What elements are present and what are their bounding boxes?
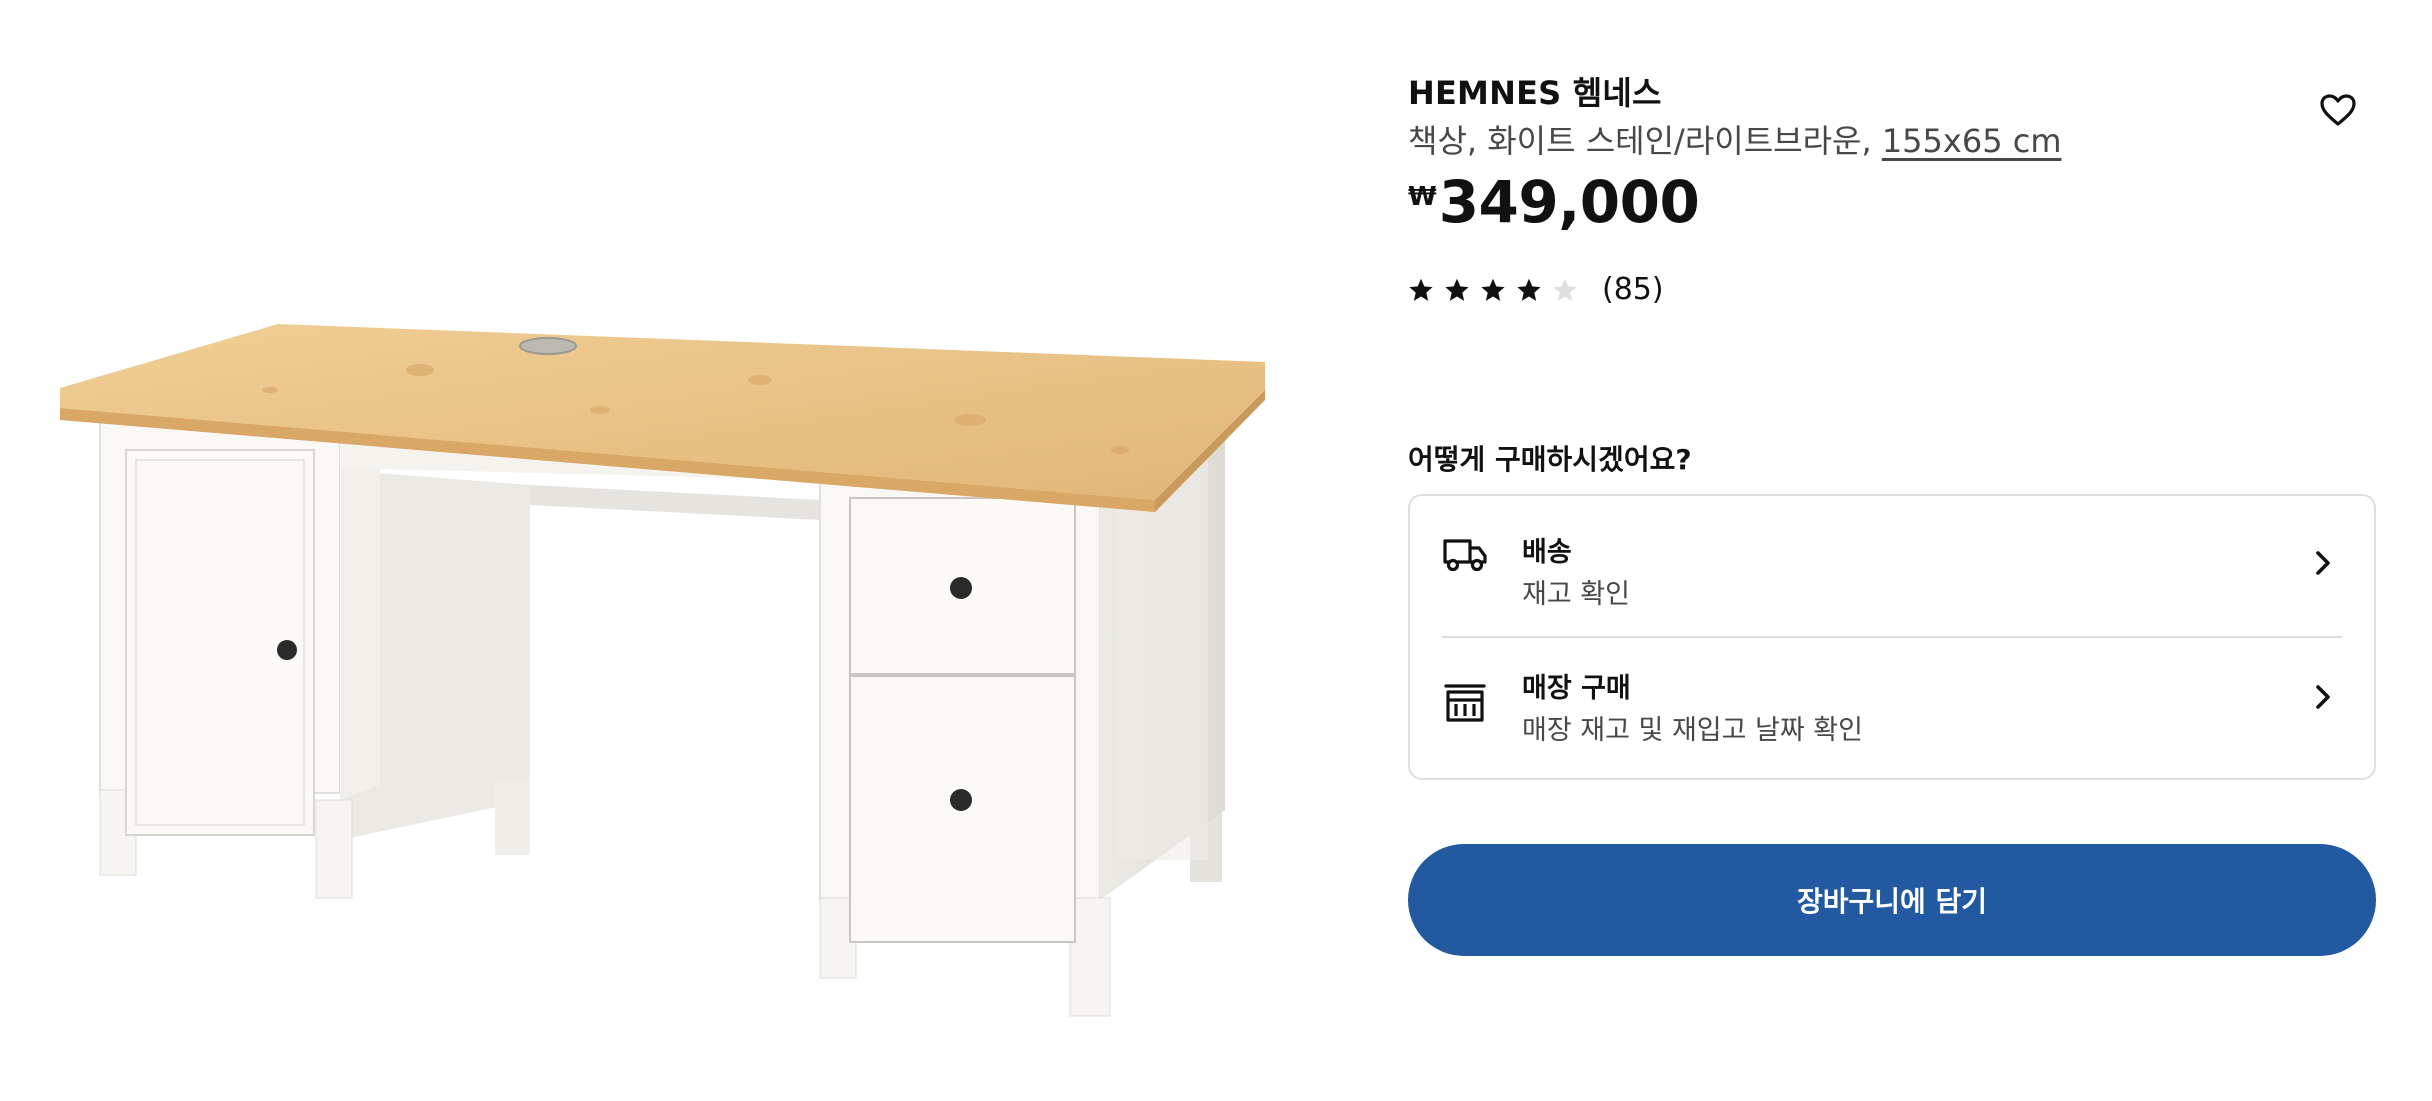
delivery-option-title: 배송 bbox=[1522, 537, 1572, 568]
star-empty-icon bbox=[1553, 278, 1577, 301]
product-type-text: 책상, 화이트 스테인/라이트브라운, bbox=[1408, 122, 1882, 160]
product-info-panel: HEMNES 헴네스 책상, 화이트 스테인/라이트브라운, 155x65 cm… bbox=[1408, 0, 2380, 1101]
chevron-right-icon bbox=[2316, 551, 2330, 575]
store-option-subtitle: 매장 재고 및 재입고 날짜 확인 bbox=[1522, 715, 1863, 746]
store-option-title: 매장 구매 bbox=[1522, 673, 1631, 704]
rating-stars bbox=[1408, 277, 1578, 303]
delivery-truck-icon bbox=[1443, 539, 1487, 572]
star-filled-icon bbox=[1409, 278, 1433, 301]
product-image bbox=[40, 300, 1280, 1080]
add-to-cart-button[interactable]: 장바구니에 담기 bbox=[1408, 844, 2376, 956]
star-filled-icon bbox=[1517, 278, 1541, 301]
star-filled-icon bbox=[1481, 278, 1505, 301]
rating[interactable]: (85) bbox=[1408, 272, 1664, 307]
currency-symbol: ₩ bbox=[1408, 182, 1437, 212]
product-description: 책상, 화이트 스테인/라이트브라운, 155x65 cm bbox=[1408, 116, 2061, 162]
favorite-button[interactable] bbox=[2308, 80, 2368, 140]
purchase-options-title: 어떻게 구매하시겠어요? bbox=[1408, 443, 1692, 476]
heart-icon bbox=[2320, 94, 2356, 126]
price: ₩ 349,000 bbox=[1408, 168, 1700, 236]
product-name: HEMNES 헴네스 bbox=[1408, 74, 1662, 112]
purchase-options: 배송 재고 확인 매장 구매 매장 재고 및 재입고 날짜 확인 bbox=[1408, 494, 2376, 780]
measurement-link[interactable]: 155x65 cm bbox=[1882, 122, 2062, 160]
star-filled-icon bbox=[1445, 278, 1469, 301]
review-count: (85) bbox=[1602, 272, 1664, 307]
delivery-option-subtitle: 재고 확인 bbox=[1522, 579, 1630, 610]
delivery-option[interactable]: 배송 재고 확인 bbox=[1410, 496, 2374, 636]
product-page: HEMNES 헴네스 책상, 화이트 스테인/라이트브라운, 155x65 cm… bbox=[0, 0, 2432, 1101]
store-option[interactable]: 매장 구매 매장 재고 및 재입고 날짜 확인 bbox=[1410, 638, 2374, 778]
chevron-right-icon bbox=[2316, 685, 2330, 709]
price-amount: 349,000 bbox=[1438, 168, 1700, 236]
store-icon bbox=[1444, 684, 1486, 722]
